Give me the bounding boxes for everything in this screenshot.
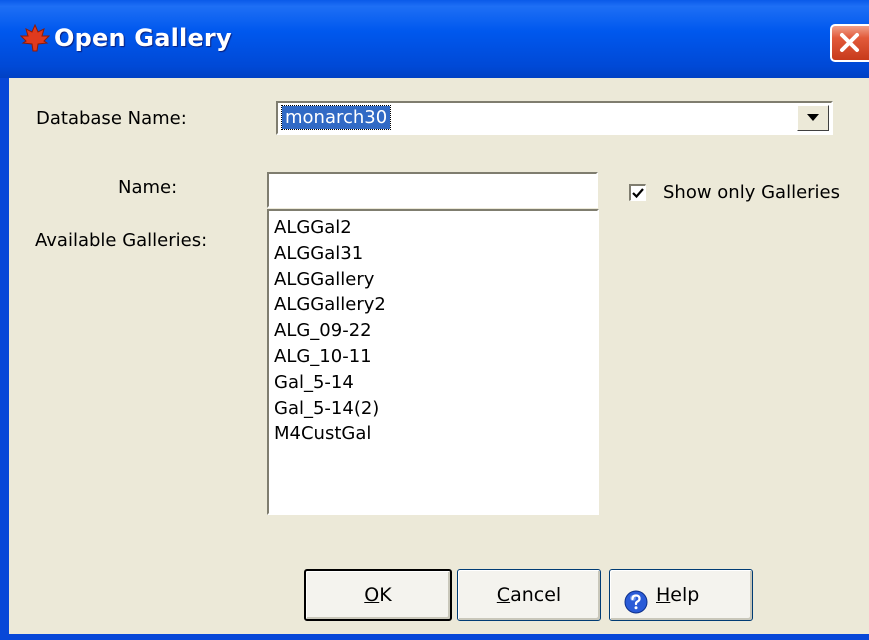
cancel-label-rest: ancel — [510, 584, 562, 606]
help-button[interactable]: Help — [609, 569, 753, 621]
list-item[interactable]: Gal_5-14 — [269, 370, 597, 396]
database-name-label: Database Name: — [36, 108, 187, 129]
help-label: Help — [656, 570, 699, 620]
help-mnemonic: H — [656, 584, 671, 606]
show-only-galleries-label: Show only Galleries — [663, 182, 840, 203]
list-item[interactable]: ALGGal31 — [269, 241, 597, 267]
list-item[interactable]: ALGGal2 — [269, 215, 597, 241]
chevron-down-icon — [807, 114, 819, 121]
maple-leaf-icon — [19, 23, 51, 52]
ok-label-rest: K — [379, 584, 392, 606]
title-bar[interactable]: Open Gallery — [0, 0, 869, 78]
list-item[interactable]: ALG_09-22 — [269, 318, 597, 344]
list-item[interactable]: ALGGallery — [269, 267, 597, 293]
window-frame-left — [0, 78, 9, 640]
database-name-value[interactable]: monarch30 — [280, 105, 392, 130]
close-button[interactable] — [830, 24, 869, 62]
list-item[interactable]: ALGGallery2 — [269, 292, 597, 318]
list-item[interactable]: Gal_5-14(2) — [269, 396, 597, 422]
close-icon — [840, 33, 859, 52]
window-title: Open Gallery — [54, 24, 232, 52]
dropdown-button[interactable] — [797, 105, 829, 131]
database-name-combobox[interactable]: monarch30 — [276, 101, 833, 135]
ok-mnemonic: O — [364, 584, 380, 606]
checkbox-box[interactable] — [629, 184, 646, 201]
cancel-button[interactable]: Cancel — [457, 569, 601, 621]
name-input[interactable] — [267, 172, 598, 208]
available-galleries-list[interactable]: ALGGal2 ALGGal31 ALGGallery ALGGallery2 … — [267, 209, 599, 515]
help-question-icon — [624, 583, 648, 614]
window-frame-bottom — [0, 634, 869, 640]
checkmark-icon — [632, 188, 644, 199]
ok-button[interactable]: OK — [304, 569, 452, 621]
open-gallery-dialog: Open Gallery Database Name: monarch30 Na… — [0, 0, 869, 640]
list-item[interactable]: M4CustGal — [269, 421, 597, 447]
available-galleries-label: Available Galleries: — [35, 230, 208, 251]
name-label: Name: — [118, 177, 178, 198]
list-item[interactable]: ALG_10-11 — [269, 344, 597, 370]
cancel-mnemonic: C — [496, 584, 511, 606]
help-label-rest: elp — [670, 584, 700, 606]
